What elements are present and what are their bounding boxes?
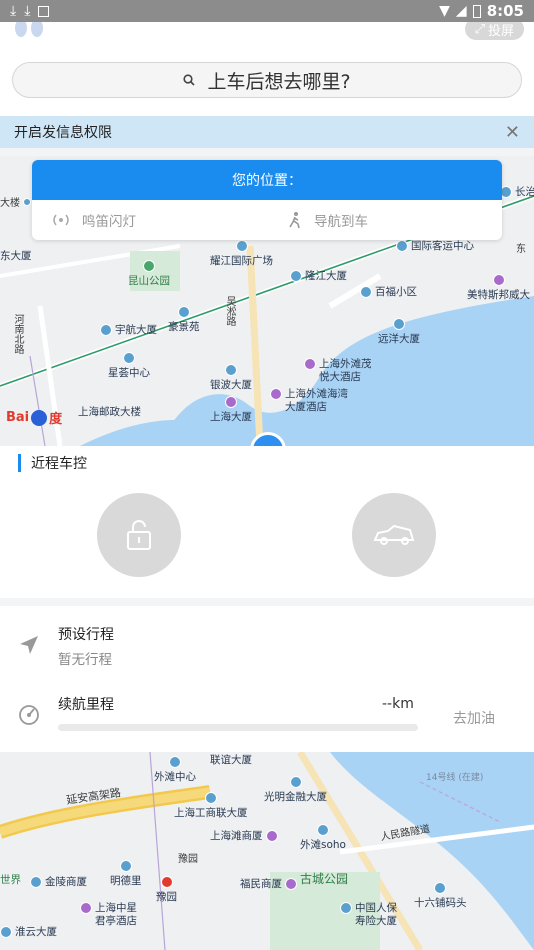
close-icon[interactable]: ✕: [505, 122, 520, 143]
map-poi: 中国人保寿险大厦: [340, 902, 401, 928]
map-line: 14号线 (在建): [426, 773, 484, 783]
gauge-icon: [19, 705, 39, 725]
location-card: 您的位置： 鸣笛闪灯 导航到车: [32, 160, 502, 240]
navigate-to-car-button[interactable]: 导航到车: [266, 210, 502, 230]
header: ⤢ 投屏 上车后想去哪里?: [0, 18, 534, 116]
search-placeholder: 上车后想去哪里?: [207, 70, 351, 93]
baidu-logo: Bai 度: [6, 409, 63, 427]
trip-label: 预设行程: [58, 627, 114, 643]
map-poi: 耀江国际广场: [210, 240, 273, 268]
vehicle-info-panel: 预设行程 暂无行程 续航里程 --km 去加油: [0, 606, 534, 752]
map-poi: 银波大厦: [210, 364, 252, 392]
download-icon: ⤓: [24, 3, 31, 19]
map-poi: 上海外滩茂悦大酒店: [304, 358, 379, 384]
unlock-button[interactable]: [97, 493, 181, 577]
map-poi: 上海滩商厦: [210, 828, 278, 843]
map-view-lower[interactable]: 联谊大厦 外滩中心 延安高架路 光明金融大厦 14号线 (在建) 上海工商联大厦…: [0, 752, 534, 950]
horn-flash-button[interactable]: 鸣笛闪灯: [32, 210, 266, 230]
wifi-icon: ▼: [439, 3, 450, 19]
refuel-button[interactable]: 去加油: [453, 708, 495, 728]
map-poi: 上海大厦: [210, 396, 252, 424]
range-value: --km: [382, 696, 414, 712]
map-poi: 明德里: [110, 860, 142, 888]
map-poi: 远洋大厦: [378, 318, 420, 346]
location-title: 您的位置：: [32, 160, 502, 200]
map-poi: 星荟中心: [108, 352, 150, 380]
map-road: 吴淞路: [224, 296, 235, 326]
map-poi: 光明金融大厦: [264, 776, 327, 804]
remote-control-panel: 近程车控: [0, 446, 534, 598]
status-time: 8:05: [486, 2, 524, 20]
map-poi: 十六铺码头: [414, 882, 467, 910]
cast-icon: ⤢: [474, 21, 485, 37]
map-poi: 国际客运中心: [396, 238, 474, 253]
map-poi: 上海中星君亭酒店: [80, 902, 141, 928]
send-arrow-icon: [20, 636, 38, 654]
battery-icon: [472, 4, 481, 18]
map-poi: 上海外滩海湾大厦酒店: [270, 388, 355, 414]
map-poi: 世界: [0, 874, 21, 886]
map-poi: 东大厦: [0, 250, 32, 262]
map-poi: 上海邮政大楼: [78, 406, 141, 418]
map-poi: 美特斯邦威大: [467, 274, 530, 302]
status-bar: ⤓ ⤓ ▼ ◢ 8:05: [0, 0, 534, 22]
signal-icon: ◢: [455, 3, 467, 19]
map-poi: 昆山公园: [128, 260, 170, 288]
car-trunk-icon: [373, 524, 415, 545]
search-icon: [183, 74, 196, 86]
map-poi: 金陵商厦: [30, 874, 87, 889]
map-poi: 淮云大厦: [0, 924, 57, 939]
notice-text: 开启发信息权限: [14, 125, 112, 141]
map-poi: 外滩中心: [154, 756, 196, 784]
horn-icon: [53, 214, 69, 226]
map-poi: 东: [516, 244, 526, 255]
remote-control-title: 近程车控: [18, 454, 87, 472]
preset-trip-row[interactable]: 预设行程 暂无行程: [0, 606, 534, 676]
map-road: 河南北路: [12, 314, 23, 354]
search-bar[interactable]: 上车后想去哪里?: [12, 62, 522, 98]
range-progress-bar: [58, 724, 418, 731]
map-poi: 豪景苑: [168, 306, 200, 334]
map-poi: 上海工商联大厦: [174, 792, 248, 820]
map-poi: 福民商厦: [240, 876, 297, 891]
map-poi: 大楼: [0, 194, 31, 209]
range-label: 续航里程: [58, 697, 114, 713]
walk-icon: [289, 212, 300, 229]
map-poi: 隆江大厦: [290, 268, 347, 283]
map-poi: 联谊大厦: [210, 754, 252, 766]
map-poi: 百福小区: [360, 284, 417, 299]
map-poi: 长治大: [500, 184, 534, 199]
map-poi: 外滩soho: [300, 824, 346, 852]
map-poi: 宇航大厦: [100, 322, 157, 337]
permission-notice[interactable]: 开启发信息权限 ✕: [0, 116, 534, 148]
trunk-button[interactable]: [352, 493, 436, 577]
trip-value: 暂无行程: [58, 652, 112, 668]
unlock-icon: [127, 520, 151, 550]
download-icon: ⤓: [10, 3, 17, 19]
map-metro: 豫园: [156, 876, 177, 904]
map-area: 豫园: [178, 854, 198, 865]
map-poi: 古城公园: [300, 872, 349, 886]
image-icon: [38, 5, 50, 17]
